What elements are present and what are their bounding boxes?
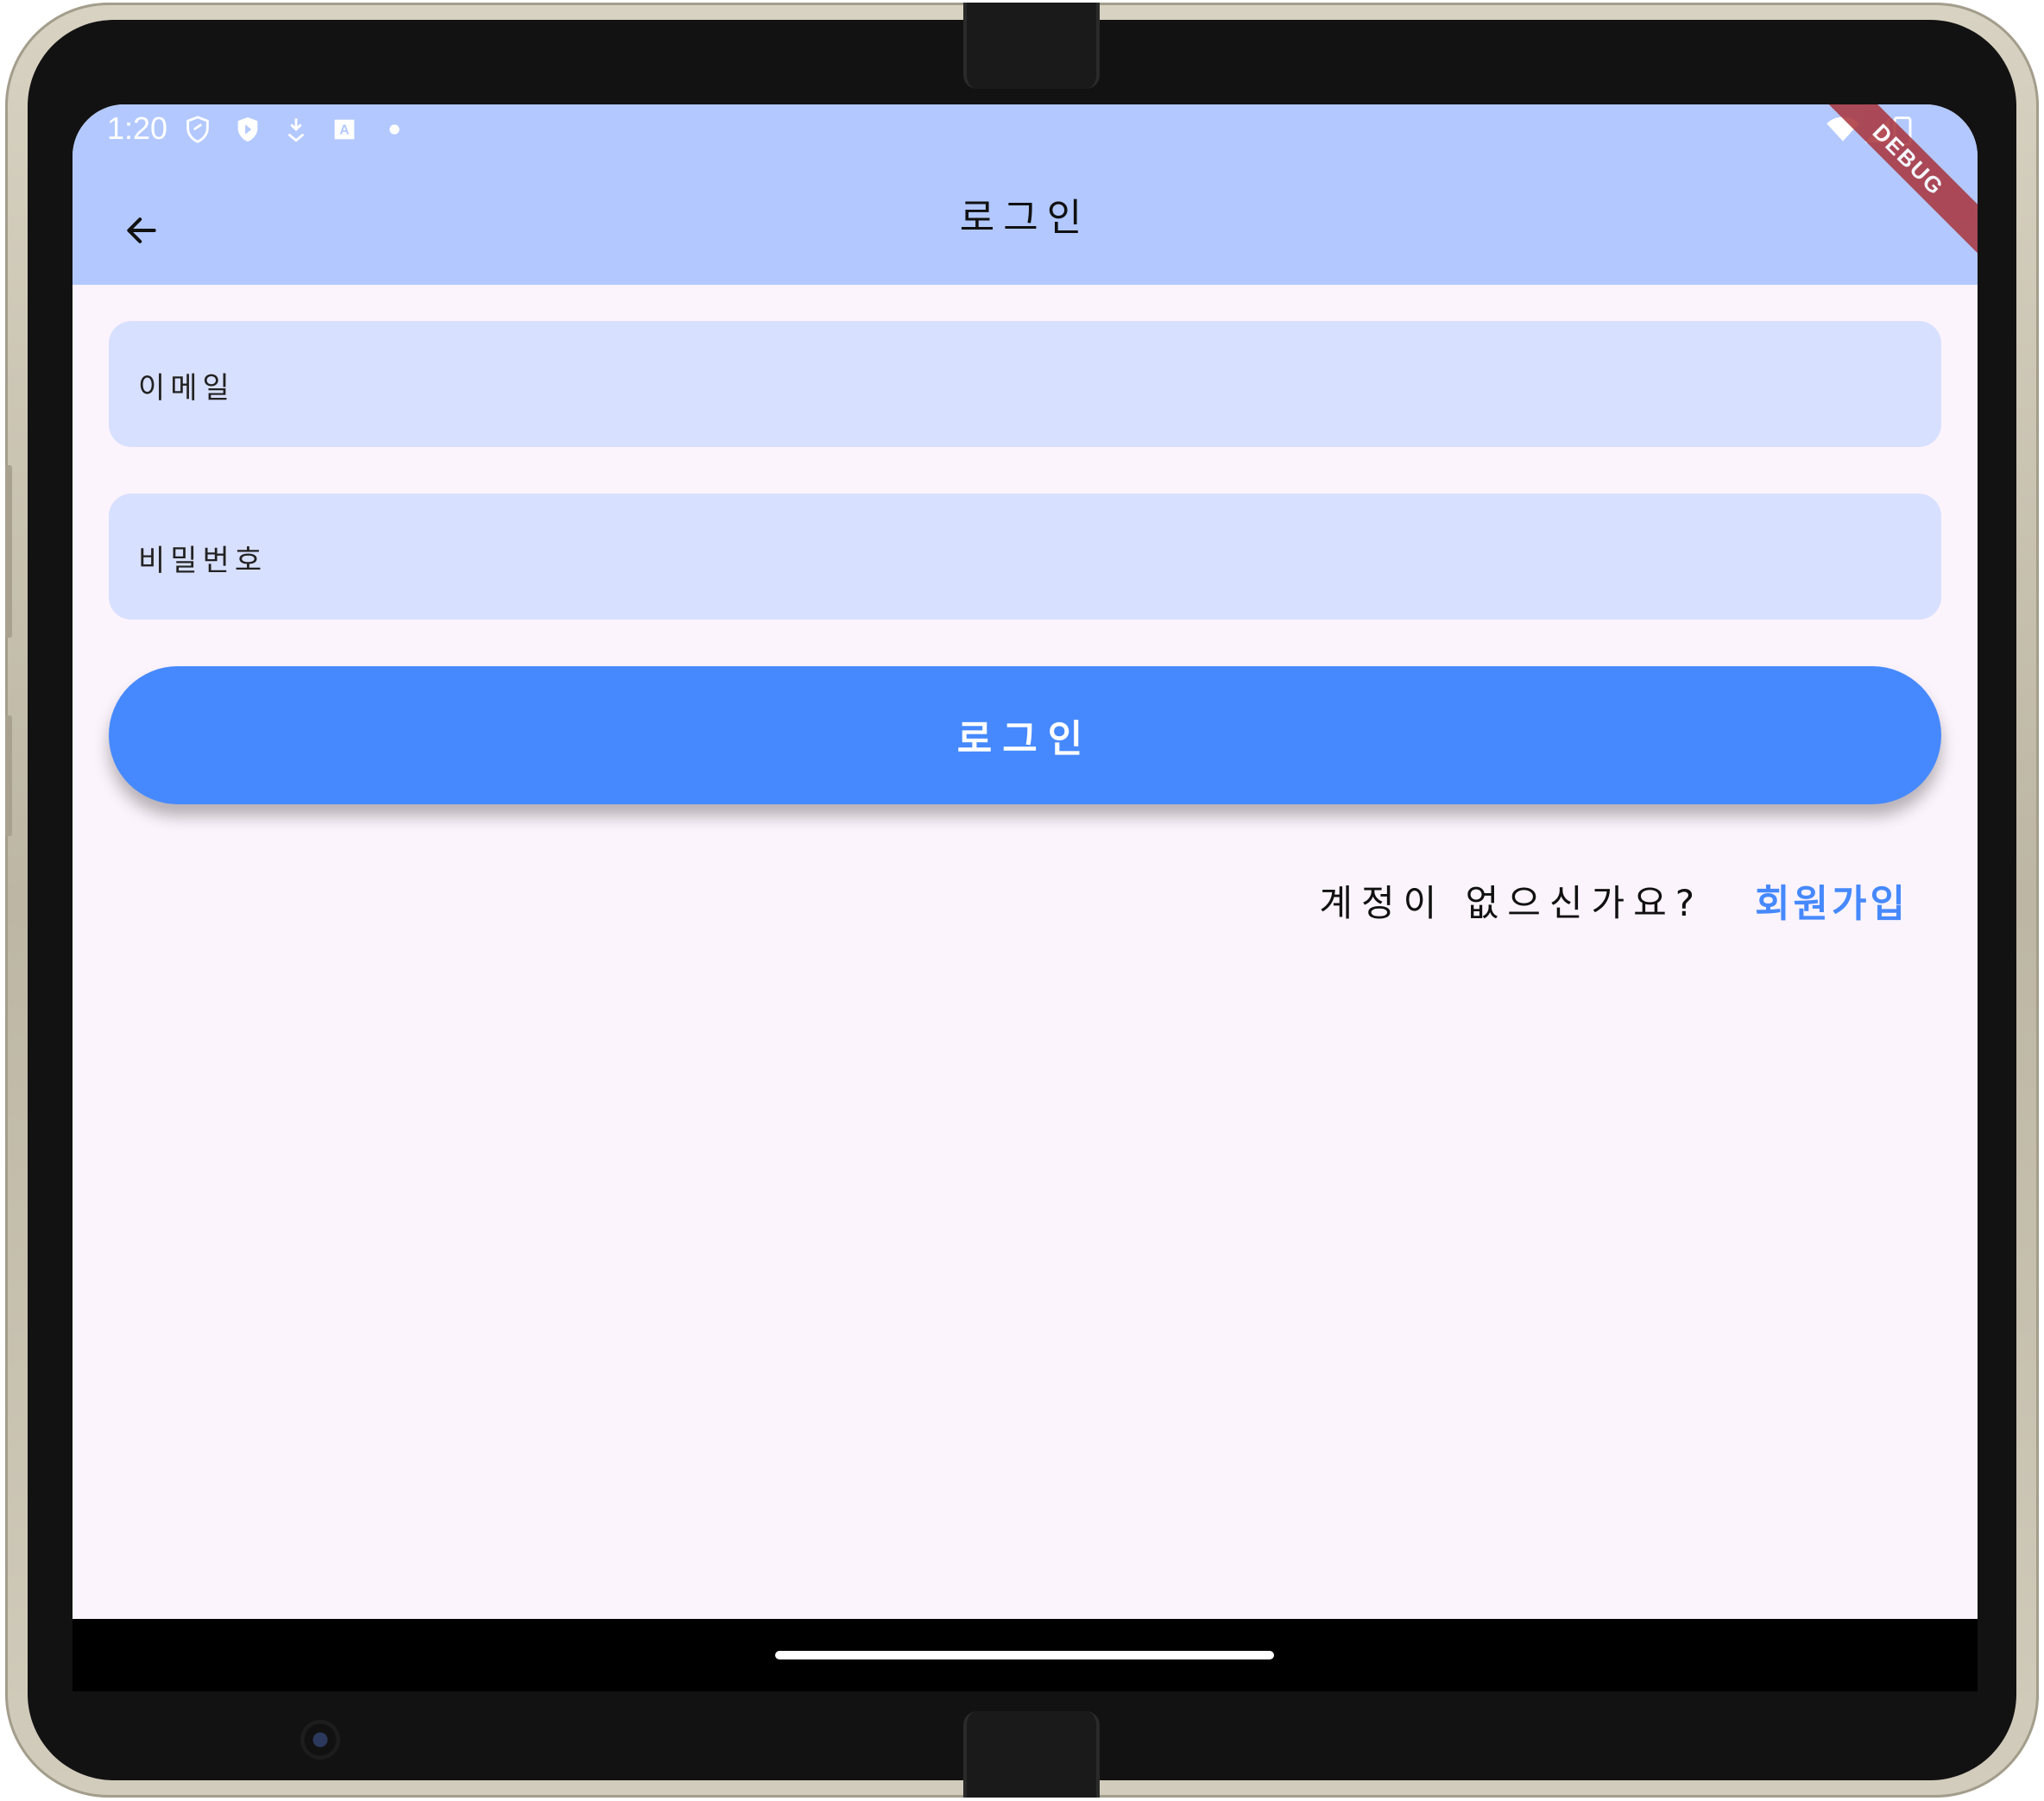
dot-icon bbox=[389, 124, 400, 135]
volume-button bbox=[5, 465, 12, 638]
signup-row: 계정이 없으신가요? 회원가입 bbox=[1319, 872, 1908, 928]
status-time: 1:20 bbox=[107, 110, 168, 146]
app-screen: 1:20 A 로그인 DEBUG 이메일 비밀번호 로그인 계정이 없으신가요?… bbox=[73, 104, 1978, 1619]
email-field[interactable]: 이메일 bbox=[109, 321, 1941, 447]
email-label: 이메일 bbox=[138, 371, 235, 406]
page-title: 로그인 bbox=[959, 196, 1091, 240]
play-protect-icon bbox=[237, 116, 258, 142]
signup-link[interactable]: 회원가입 bbox=[1755, 872, 1908, 928]
power-button bbox=[5, 715, 12, 836]
login-button[interactable]: 로그인 bbox=[109, 666, 1941, 804]
system-nav-bar bbox=[73, 1619, 1978, 1691]
download-icon bbox=[287, 118, 305, 142]
shield-icon bbox=[186, 116, 209, 143]
app-bar: 1:20 A 로그인 DEBUG bbox=[73, 104, 1978, 285]
password-field[interactable]: 비밀번호 bbox=[109, 494, 1941, 620]
svg-text:A: A bbox=[339, 123, 349, 138]
hinge-top bbox=[963, 3, 1100, 89]
hinge-bottom bbox=[963, 1711, 1100, 1798]
home-indicator[interactable] bbox=[775, 1651, 1274, 1659]
signup-question: 계정이 없으신가요? bbox=[1319, 881, 1704, 924]
camera-icon bbox=[300, 1720, 340, 1760]
keyboard-icon: A bbox=[334, 119, 355, 140]
password-label: 비밀번호 bbox=[138, 544, 268, 578]
